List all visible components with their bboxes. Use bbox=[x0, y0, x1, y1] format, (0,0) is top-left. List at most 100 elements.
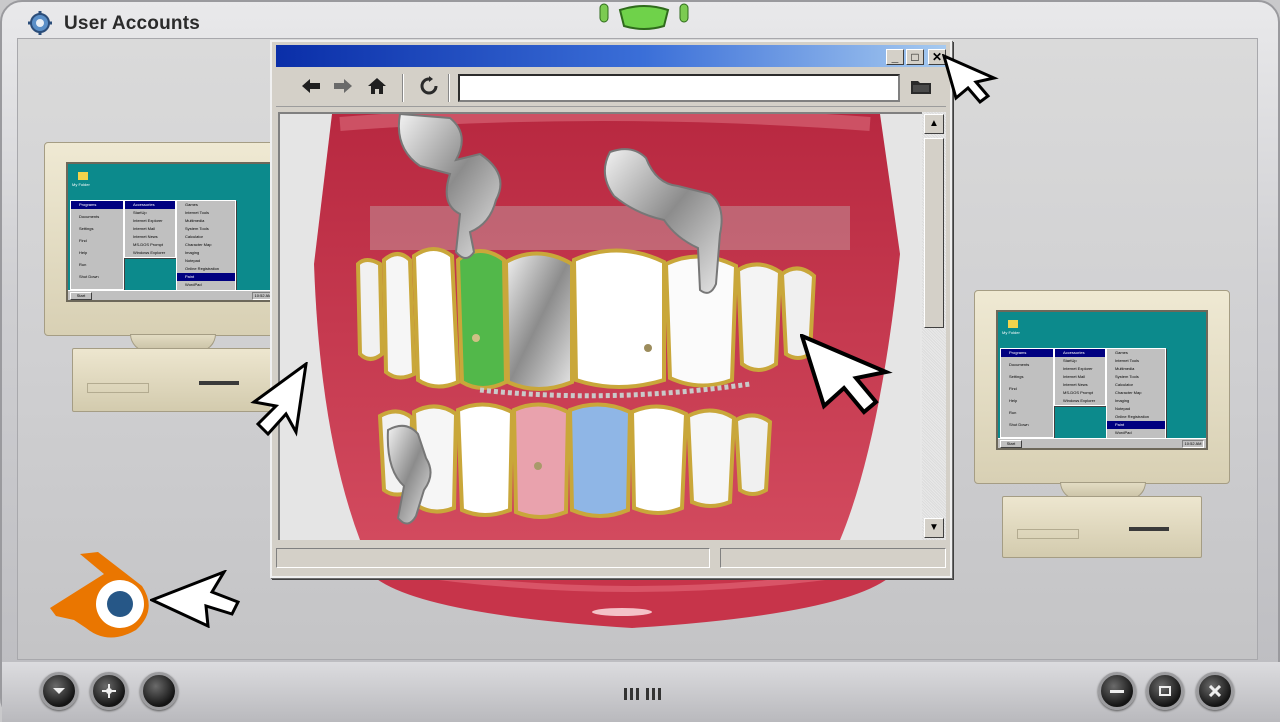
menu-item: Internet Tools bbox=[185, 210, 209, 215]
start-menu: Programs Documents Settings Find Help Ru… bbox=[70, 200, 124, 290]
menu-item: Internet Mail bbox=[133, 226, 156, 231]
cursor-icon bbox=[150, 570, 241, 628]
resize-grip-icon[interactable] bbox=[622, 686, 662, 702]
restore-icon[interactable] bbox=[1146, 672, 1184, 710]
vertical-scrollbar[interactable]: ▲ ▼ bbox=[922, 112, 946, 540]
minimize-window-icon[interactable] bbox=[1098, 672, 1136, 710]
menu-item: Settings bbox=[79, 226, 94, 231]
menu-item: Character Map bbox=[1115, 390, 1142, 395]
menu-item: Internet News bbox=[133, 234, 158, 239]
menu-item: Accessories bbox=[125, 201, 175, 209]
minimize-button[interactable]: _ bbox=[886, 49, 904, 65]
menu-item: StartUp bbox=[133, 210, 147, 215]
menu-item: Programs bbox=[71, 201, 123, 209]
back-arrow-icon[interactable] bbox=[298, 76, 324, 100]
window-title: User Accounts bbox=[64, 13, 200, 34]
menu-item: Internet Explorer bbox=[1063, 366, 1093, 371]
start-menu: Programs Documents Settings Find Help Ru… bbox=[1000, 348, 1054, 438]
toolbar-separator bbox=[402, 74, 404, 102]
menu-item: StartUp bbox=[1063, 358, 1077, 363]
status-bar bbox=[276, 548, 946, 570]
menu-item: Calculator bbox=[1115, 382, 1134, 387]
menu-item: WordPad bbox=[1115, 430, 1132, 435]
gear-icon[interactable] bbox=[26, 10, 54, 36]
menu-item: Multimedia bbox=[1115, 366, 1135, 371]
folder-desktop-icon bbox=[78, 172, 88, 180]
settings-icon[interactable] bbox=[90, 672, 128, 710]
menu-item: Windows Explorer bbox=[133, 250, 166, 255]
menu-item: Shut Down bbox=[79, 274, 99, 279]
retro-computer-right: My Folder Programs Documents Settings Fi… bbox=[974, 290, 1230, 560]
menu-item: Shut Down bbox=[1009, 422, 1029, 427]
close-icon[interactable] bbox=[1196, 672, 1234, 710]
menu-item: Calculator bbox=[185, 234, 204, 239]
menu-item: Notepad bbox=[1115, 406, 1131, 411]
menu-item: Imaging bbox=[185, 250, 200, 255]
folder-icon[interactable] bbox=[908, 76, 934, 100]
app-frame: User Accounts My Folder Programs Documen… bbox=[0, 0, 1280, 722]
browser-window: _ □ ✕ ▲ ▼ bbox=[270, 40, 952, 578]
scroll-thumb[interactable] bbox=[924, 138, 944, 328]
menu-item: System Tools bbox=[185, 226, 209, 231]
top-handle[interactable] bbox=[598, 2, 690, 30]
taskbar: Start 10:52 AM bbox=[68, 290, 276, 300]
menu-item: Online Registration bbox=[1115, 414, 1150, 419]
refresh-icon[interactable] bbox=[416, 76, 442, 100]
programs-submenu: Accessories StartUp Internet Explorer In… bbox=[124, 200, 176, 258]
menu-item: Games bbox=[1115, 350, 1128, 355]
menu-item: Programs bbox=[1001, 349, 1053, 357]
menu-item: System Tools bbox=[1115, 374, 1139, 379]
minimize-icon[interactable] bbox=[40, 672, 78, 710]
menu-item: Internet News bbox=[1063, 382, 1088, 387]
programs-submenu: Accessories StartUp Internet Explorer In… bbox=[1054, 348, 1106, 406]
browser-titlebar[interactable]: _ □ ✕ bbox=[276, 45, 946, 67]
start-button: Start bbox=[70, 292, 92, 300]
menu-item: Paint bbox=[1107, 421, 1165, 429]
menu-item: Help bbox=[79, 250, 88, 255]
menu-item: Notepad bbox=[185, 258, 201, 263]
menu-item: Find bbox=[79, 238, 87, 243]
scroll-down-button[interactable]: ▼ bbox=[924, 518, 944, 538]
menu-item: Documents bbox=[79, 214, 100, 219]
menu-item: Online Registration bbox=[185, 266, 220, 271]
menu-item: Accessories bbox=[1055, 349, 1105, 357]
menu-item: Help bbox=[1009, 398, 1018, 403]
cursor-icon bbox=[942, 54, 999, 105]
menu-item: Imaging bbox=[1115, 398, 1130, 403]
desktop-icon-label: My Folder bbox=[1002, 330, 1020, 335]
menu-item: Games bbox=[185, 202, 198, 207]
status-panel-main bbox=[276, 548, 710, 568]
blender-logo-icon[interactable] bbox=[46, 550, 162, 642]
browser-toolbar bbox=[276, 70, 946, 107]
menu-item: Settings bbox=[1009, 374, 1024, 379]
menu-item: Run bbox=[1009, 410, 1017, 415]
taskbar-clock: 10:52 AM bbox=[1182, 440, 1204, 448]
address-bar[interactable] bbox=[458, 74, 900, 102]
desktop-icon-label: My Folder bbox=[72, 182, 90, 187]
menu-item: Run bbox=[79, 262, 87, 267]
cursor-icon bbox=[800, 334, 893, 415]
menu-item: Character Map bbox=[185, 242, 212, 247]
menu-item: Multimedia bbox=[185, 218, 205, 223]
menu-item: Find bbox=[1009, 386, 1017, 391]
maximize-button[interactable]: □ bbox=[906, 49, 924, 65]
accessories-submenu: Games Internet Tools Multimedia System T… bbox=[176, 200, 236, 292]
blank-round-button[interactable] bbox=[140, 672, 178, 710]
start-button: Start bbox=[1000, 440, 1022, 448]
menu-item: Windows Explorer bbox=[1063, 398, 1096, 403]
scroll-up-button[interactable]: ▲ bbox=[924, 114, 944, 134]
menu-item: Documents bbox=[1009, 362, 1030, 367]
toolbar-separator bbox=[448, 74, 450, 102]
grillz-render-image bbox=[280, 114, 920, 540]
taskbar: Start 10:52 AM bbox=[998, 438, 1206, 448]
menu-item: MS-DOS Prompt bbox=[133, 242, 164, 247]
status-panel-zone bbox=[720, 548, 946, 568]
accessories-submenu: Games Internet Tools Multimedia System T… bbox=[1106, 348, 1166, 440]
menu-item: Paint bbox=[177, 273, 235, 281]
home-icon[interactable] bbox=[364, 76, 390, 100]
web-content-viewport bbox=[278, 112, 922, 540]
menu-item: Internet Mail bbox=[1063, 374, 1086, 379]
forward-arrow-icon[interactable] bbox=[330, 76, 356, 100]
menu-item: MS-DOS Prompt bbox=[1063, 390, 1094, 395]
cursor-icon bbox=[250, 362, 308, 437]
